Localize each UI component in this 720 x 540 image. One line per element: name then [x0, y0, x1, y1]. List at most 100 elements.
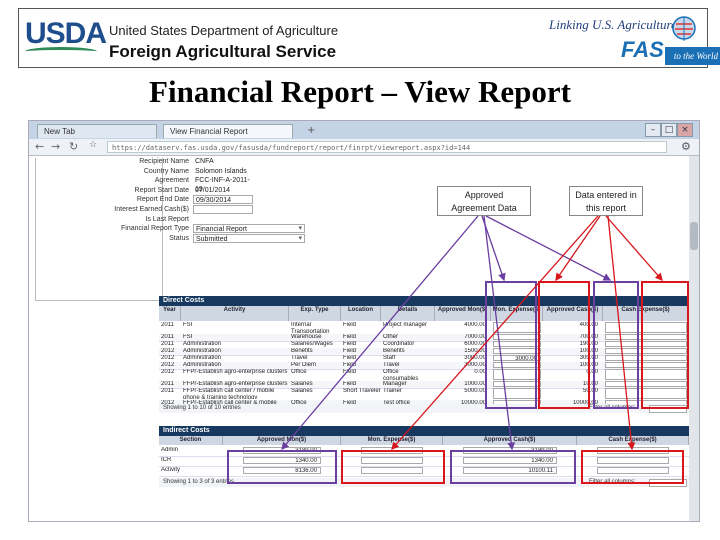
- cash-expense-input[interactable]: [605, 355, 687, 361]
- table-cell: Field: [343, 355, 357, 361]
- indirect-costs-column-header[interactable]: Approved Cash($): [443, 436, 577, 445]
- table-cell: 2011: [161, 334, 174, 340]
- table-cell: FFPr-Establish agro-enterprise clusters: [183, 381, 288, 387]
- cash-expense-input[interactable]: [605, 388, 687, 399]
- cash-expense-input[interactable]: [605, 362, 687, 368]
- close-window-icon[interactable]: ×: [677, 123, 693, 137]
- indirect-costs-column-header[interactable]: Section: [159, 436, 223, 445]
- form-field-country-name: Solomon Islands: [195, 167, 247, 175]
- table-cell: 2012: [161, 362, 175, 368]
- cash-expense-input[interactable]: [605, 322, 687, 333]
- back-arrow-icon[interactable]: ←: [35, 140, 44, 153]
- direct-costs-column-header[interactable]: Year: [159, 306, 181, 321]
- table-cell: 1500.00: [464, 348, 486, 354]
- ic-mon-expense-input[interactable]: [361, 447, 423, 454]
- department-name: United States Department of Agriculture: [109, 23, 339, 38]
- reload-icon[interactable]: ↻: [69, 140, 78, 153]
- table-cell: 8136.00: [243, 467, 321, 474]
- maximize-icon[interactable]: □: [661, 123, 677, 137]
- form-field-financial-report-type[interactable]: Financial Report: [193, 224, 305, 234]
- table-cell: 100.00: [579, 348, 598, 354]
- tab-financial-report[interactable]: View Financial Report: [163, 124, 293, 138]
- table-cell: 190.00: [579, 341, 598, 347]
- table-cell: ICR: [161, 457, 172, 463]
- table-cell: Administration: [183, 348, 222, 354]
- table-cell: Warehouse: [291, 334, 322, 340]
- direct-costs-column-header[interactable]: Details: [381, 306, 435, 321]
- form-field-label: Financial Report Type: [121, 225, 189, 233]
- form-field-interest-earned-cash[interactable]: [193, 205, 253, 214]
- vertical-scrollbar[interactable]: [689, 156, 699, 521]
- direct-costs-column-header[interactable]: Activity: [181, 306, 289, 321]
- table-cell: 10.00: [582, 381, 598, 387]
- cash-expense-input[interactable]: [605, 341, 687, 347]
- cash-expense-input[interactable]: [605, 348, 687, 354]
- form-field-label: Recipient Name: [139, 158, 189, 165]
- tab-bar: New Tab View Financial Report + – □ ×: [29, 121, 699, 139]
- direct-costs-filter-input[interactable]: [649, 405, 687, 413]
- table-cell: Field: [343, 341, 357, 347]
- indirect-costs-column-header[interactable]: Mon. Expense($): [341, 436, 443, 445]
- direct-costs-column-header[interactable]: Approved Mon($): [435, 306, 491, 321]
- wrench-icon[interactable]: ⚙: [681, 140, 691, 153]
- table-cell: Project manager: [383, 322, 428, 328]
- table-cell: Field: [343, 362, 357, 368]
- mon-expense-input[interactable]: [493, 341, 541, 347]
- form-field-label: Interest Earned Cash($): [114, 206, 189, 213]
- form-field-agreement: FCC-INF-A-2011-19: [195, 177, 250, 194]
- star-icon[interactable]: ☆: [89, 140, 97, 150]
- mon-expense-input[interactable]: [493, 362, 541, 368]
- table-cell: Admin: [161, 447, 179, 453]
- direct-costs-filter-label: Filter all columns:: [589, 405, 636, 411]
- form-field-label: Report Start Date: [134, 186, 189, 194]
- form-field-is-last-report: [193, 215, 253, 224]
- direct-costs-column-header[interactable]: Mon. Expense($): [491, 306, 543, 321]
- form-field-status[interactable]: Submitted: [193, 233, 305, 243]
- direct-costs-column-header[interactable]: Cash Expense($): [603, 306, 689, 321]
- mon-expense-input[interactable]: [493, 348, 541, 354]
- mon-expense-input[interactable]: [493, 322, 541, 333]
- indirect-costs-footer: Showing 1 to 3 of 3 entries Filter all c…: [159, 478, 689, 487]
- table-cell: 3000.00: [464, 362, 486, 368]
- direct-costs-column-header[interactable]: Approved Cash($): [543, 306, 603, 321]
- tab-new[interactable]: New Tab: [37, 124, 157, 138]
- to-the-world-ribbon: to the World: [665, 47, 720, 65]
- direct-costs-column-header[interactable]: Location: [341, 306, 381, 321]
- form-field-report-end-date[interactable]: 09/30/2014: [193, 195, 253, 205]
- mon-expense-input[interactable]: 3000.00: [493, 355, 541, 361]
- table-cell: Administration: [183, 362, 222, 368]
- mon-expense-input[interactable]: [493, 334, 541, 340]
- ic-cash-expense-input[interactable]: [597, 467, 669, 474]
- table-cell: Administration: [183, 341, 222, 347]
- globe-flag-icon: [672, 16, 696, 41]
- indirect-costs-column-header[interactable]: Cash Expense($): [577, 436, 689, 445]
- ic-cash-expense-input[interactable]: [597, 457, 669, 464]
- mon-expense-input[interactable]: [493, 381, 541, 387]
- cash-expense-input[interactable]: [605, 381, 687, 387]
- forward-arrow-icon[interactable]: →: [51, 140, 60, 153]
- ic-mon-expense-input[interactable]: [361, 457, 423, 464]
- cash-expense-input[interactable]: [605, 369, 687, 380]
- approved-data-callout: Approved Agreement Data: [437, 186, 531, 216]
- table-cell: 2011: [161, 388, 174, 394]
- ic-cash-expense-input[interactable]: [597, 447, 669, 454]
- mon-expense-input[interactable]: [493, 369, 541, 380]
- table-cell: 0.00: [586, 369, 598, 375]
- usda-logo: USDA: [25, 17, 107, 50]
- scrollbar-thumb[interactable]: [690, 222, 698, 250]
- table-cell: Travel: [291, 355, 308, 361]
- indirect-costs-filter-input[interactable]: [649, 479, 687, 487]
- ic-mon-expense-input[interactable]: [361, 467, 423, 474]
- form-field-label: Country Name: [143, 167, 189, 175]
- table-cell: Field: [343, 381, 357, 387]
- minimize-icon[interactable]: –: [645, 123, 661, 137]
- cash-expense-input[interactable]: [605, 334, 687, 340]
- form-field-recipient-name: CNFA: [195, 158, 214, 165]
- slide-title: Financial Report – View Report: [149, 74, 571, 109]
- table-cell: 3000.00: [464, 355, 486, 361]
- direct-costs-column-header[interactable]: Exp. Type: [289, 306, 341, 321]
- mon-expense-input[interactable]: [493, 388, 541, 399]
- indirect-costs-column-header[interactable]: Approved Mon($): [223, 436, 341, 445]
- url-field[interactable]: https://dataserv.fas.usda.gov/fasusda/fu…: [107, 141, 667, 153]
- new-tab-icon[interactable]: +: [307, 125, 315, 136]
